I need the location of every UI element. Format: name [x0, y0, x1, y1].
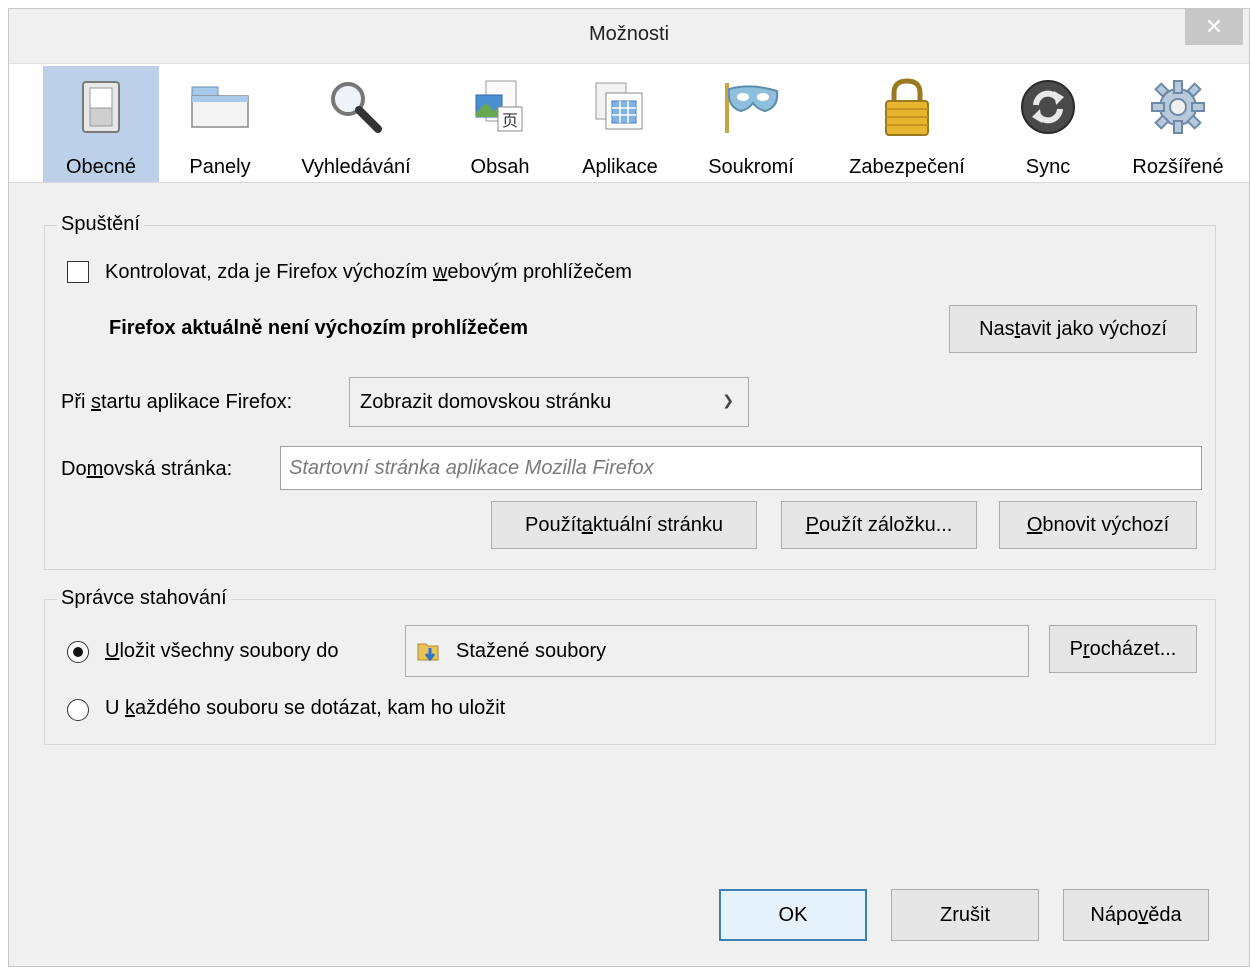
use-current-page-button[interactable]: Použít a ktuální stránku [491, 501, 757, 549]
set-default-button[interactable]: Nas t avit jako výchozí [949, 305, 1197, 353]
magnifier-icon [324, 74, 388, 140]
ask-each-radio[interactable] [67, 699, 89, 721]
tab-label: Zabezpečení [849, 156, 965, 178]
tab-label: Rozšířené [1132, 156, 1224, 178]
content-page-icon: 页 [468, 74, 532, 140]
tab-applications[interactable]: Aplikace [565, 66, 675, 182]
startup-legend: Spuštění [57, 213, 144, 236]
on-start-select[interactable]: Zobrazit domovskou stránku ❯ [349, 377, 749, 427]
download-folder-name: Stažené soubory [456, 639, 607, 662]
tab-label: Aplikace [582, 156, 658, 178]
homepage-placeholder: Startovní stránka aplikace Mozilla Firef… [289, 456, 654, 479]
tab-tabs[interactable]: Panely [175, 66, 265, 182]
on-start-label: Při startu aplikace Firefox: [61, 391, 293, 413]
save-to-label[interactable]: Uložit všechny soubory do [105, 640, 338, 663]
ask-each-label[interactable]: U každého souboru se dotázat, kam ho ulo… [105, 697, 505, 720]
category-toolbar: Obecné Panely Vyhledávání 页 Obsah Aplika… [9, 63, 1249, 183]
tab-search[interactable]: Vyhledávání [285, 66, 427, 182]
options-dialog: Možnosti ✕ Obecné Panely Vyhledávání 页 O… [8, 8, 1250, 967]
tab-privacy[interactable]: Soukromí [691, 66, 811, 182]
tab-security[interactable]: Zabezpečení [831, 66, 983, 182]
tab-label: Soukromí [708, 156, 794, 178]
restore-default-button[interactable]: Obnovit výchozí [999, 501, 1197, 549]
chevron-down-icon: ❯ [722, 392, 734, 408]
tab-sync[interactable]: Sync [1003, 66, 1093, 182]
downloads-legend: Správce stahování [57, 587, 231, 610]
tab-label: Obsah [470, 156, 530, 178]
homepage-label: Domovská stránka: [61, 458, 233, 480]
tab-general[interactable]: Obecné [43, 66, 159, 182]
title-bar: Možnosti ✕ [9, 9, 1249, 63]
padlock-icon [875, 74, 939, 140]
tab-content[interactable]: 页 Obsah [455, 66, 545, 182]
homepage-input[interactable]: Startovní stránka aplikace Mozilla Firef… [280, 446, 1202, 490]
mask-icon [719, 74, 783, 140]
use-bookmark-button[interactable]: Použít záložku... [781, 501, 977, 549]
close-icon: ✕ [1204, 14, 1224, 40]
folder-download-icon [416, 638, 442, 664]
tab-label: Sync [1025, 156, 1071, 178]
cancel-button[interactable]: Zrušit [891, 889, 1039, 941]
default-browser-check-label[interactable]: Kontrolovat, zda je Firefox výchozím web… [105, 261, 632, 284]
applications-icon [588, 74, 652, 140]
tab-label: Vyhledávání [301, 156, 411, 178]
gear-icon [1146, 74, 1210, 140]
save-to-radio[interactable] [67, 641, 89, 663]
default-browser-checkbox[interactable] [67, 261, 89, 283]
help-button[interactable]: Nápo v ěda [1063, 889, 1209, 941]
default-browser-status: Firefox aktuálně není výchozím prohlížeč… [109, 317, 529, 339]
tab-advanced[interactable]: Rozšířené [1119, 66, 1237, 182]
tab-label: Panely [189, 156, 251, 178]
close-button[interactable]: ✕ [1185, 9, 1243, 45]
svg-text:页: 页 [502, 111, 518, 130]
on-start-selected-value: Zobrazit domovskou stránku [360, 390, 612, 413]
tab-label: Obecné [65, 156, 137, 178]
tabs-window-icon [188, 74, 252, 140]
ok-button[interactable]: OK [719, 889, 867, 941]
sync-icon [1016, 74, 1080, 140]
download-folder-field[interactable]: Stažené soubory [405, 625, 1029, 677]
window-title: Možnosti [588, 23, 670, 45]
browse-button[interactable]: Pr ocházet... [1049, 625, 1197, 673]
switch-icon [69, 74, 133, 140]
